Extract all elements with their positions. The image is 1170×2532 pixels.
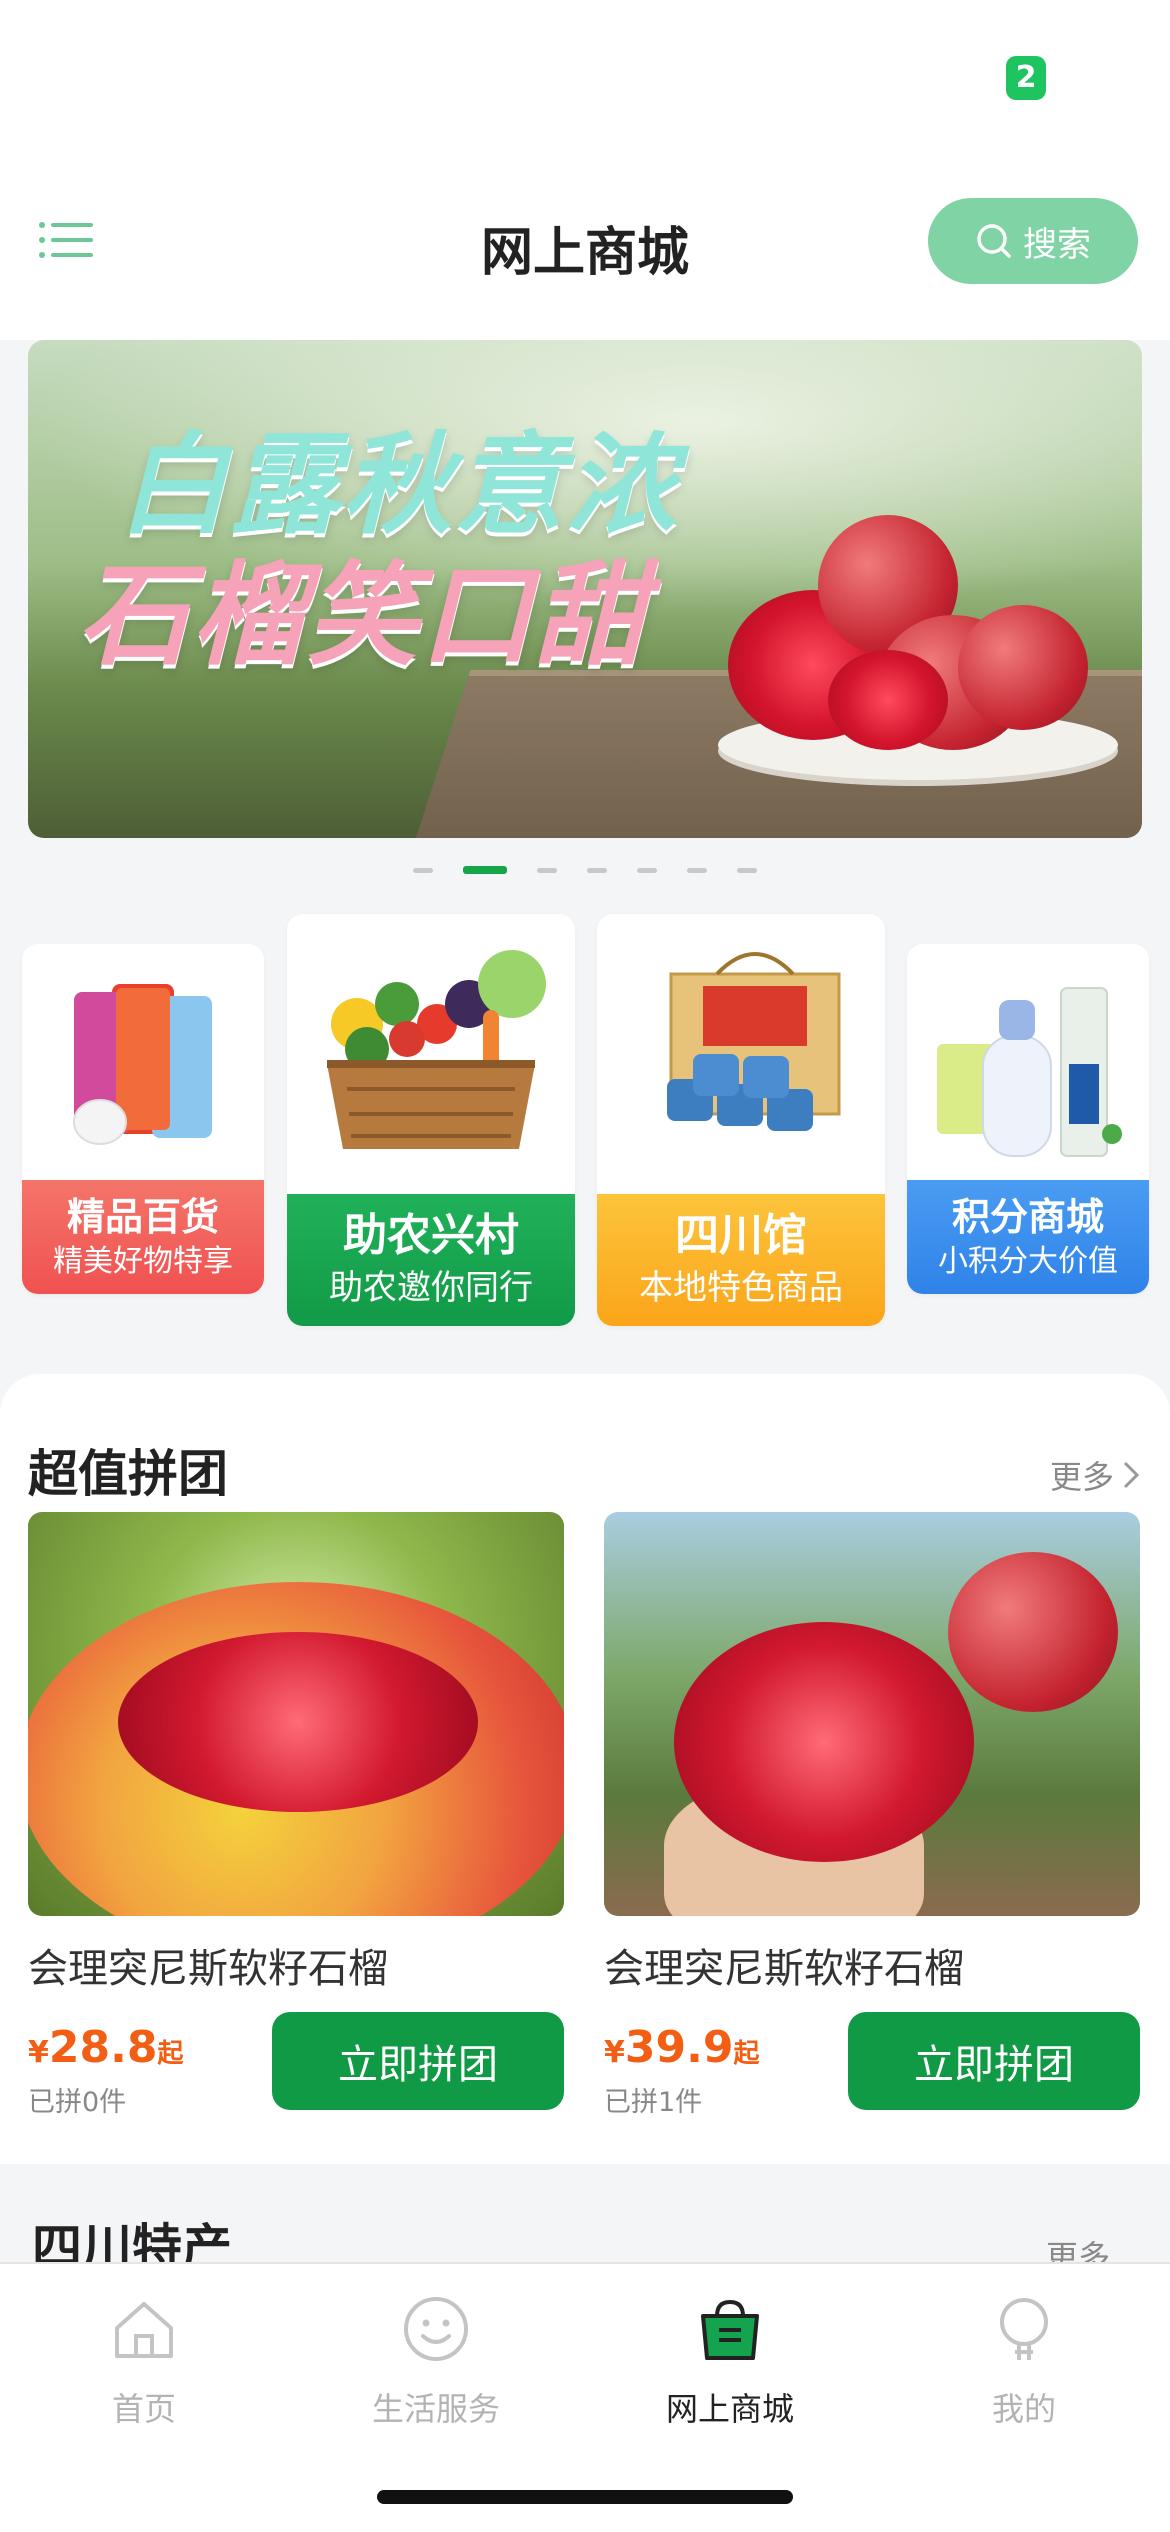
sold-count: 已拼1件 [604,2087,703,2118]
price-suffix: 起 [733,2039,760,2069]
price-suffix: 起 [157,2039,184,2069]
category-title: 四川馆 [675,1210,807,1261]
category-image [597,914,885,1194]
group-buy-button[interactable]: 立即拼团 [848,2012,1140,2110]
product-image [28,1512,564,1916]
promo-banner[interactable]: 白露秋意浓 石榴笑口甜 [28,340,1142,838]
product-price: ¥39.9起 [604,2022,759,2073]
pomegranate-seeds-shape [118,1632,478,1812]
chevron-right-icon [1123,1461,1140,1489]
section-title: 超值拼团 [28,1445,228,1503]
smartphones-image [73,984,212,1145]
category-label: 四川馆 本地特色商品 [597,1194,885,1326]
search-label: 搜索 [1023,224,1091,265]
category-title: 积分商城 [951,1195,1104,1239]
carousel-indicator [0,866,1170,874]
category-card-sichuan[interactable]: 四川馆 本地特色商品 [597,914,885,1326]
home-indicator[interactable] [377,2490,793,2504]
category-card-farm[interactable]: 助农兴村 助农邀你同行 [287,914,575,1326]
search-button[interactable]: 搜索 [928,198,1138,284]
price-value: 39.9 [624,2022,734,2073]
tab-label: 网上商城 [665,2390,794,2428]
vegetable-basket-image [327,950,546,1149]
category-image [907,944,1149,1180]
category-title: 助农兴村 [343,1210,519,1261]
header: 网上商城 搜索 [0,150,1170,340]
banner-pomegranate-image [958,605,1088,730]
carousel-dot-active[interactable] [463,866,507,874]
carousel-dot[interactable] [737,867,757,873]
user-icon [1000,2298,1048,2360]
tab-online-mall[interactable]: 网上商城 [630,2294,830,2430]
tab-label: 首页 [111,2390,176,2428]
carousel-dot[interactable] [637,867,657,873]
carousel-dot[interactable] [687,867,707,873]
group-buy-button[interactable]: 立即拼团 [272,2012,564,2110]
app-screen: 2 网上商城 搜索 白露秋意浓 石榴笑口甜 精品百货 精美好物特享 助农兴村 助… [0,0,1170,2532]
category-subtitle: 本地特色商品 [639,1268,843,1308]
pomegranate-shape [948,1552,1118,1712]
product-card[interactable]: 会理突尼斯软籽石榴 ¥28.8起 已拼0件 立即拼团 [28,1512,564,2132]
tab-life-services[interactable]: 生活服务 [336,2294,536,2430]
price-currency: ¥ [604,2035,625,2070]
tab-home[interactable]: 首页 [44,2294,244,2430]
banner-pomegranate-image [828,650,948,750]
product-image [604,1512,1140,1916]
search-icon [977,224,1011,258]
carousel-dot[interactable] [587,867,607,873]
more-label: 更多 [1049,1458,1114,1496]
category-title: 精品百货 [66,1195,219,1239]
category-image [22,944,264,1180]
sold-count: 已拼0件 [28,2087,127,2118]
banner-headline-2: 石榴笑口甜 [78,550,648,681]
tab-label: 生活服务 [371,2390,500,2428]
more-link[interactable]: 更多 [1050,1452,1142,1498]
price-currency: ¥ [28,2035,49,2070]
product-name: 会理突尼斯软籽石榴 [604,1946,964,1992]
product-price: ¥28.8起 [28,2022,183,2073]
category-subtitle: 精美好物特享 [53,1244,233,1279]
carousel-dot[interactable] [537,867,557,873]
category-label: 积分商城 小积分大价值 [907,1180,1149,1294]
category-card-goods[interactable]: 精品百货 精美好物特享 [22,944,264,1294]
category-label: 助农兴村 助农邀你同行 [287,1194,575,1326]
category-card-points[interactable]: 积分商城 小积分大价值 [907,944,1149,1294]
gift-box-image [667,952,841,1131]
category-subtitle: 助农邀你同行 [329,1268,533,1308]
group-buy-section: 超值拼团 更多 会理突尼斯软籽石榴 ¥28.8起 已拼0件 立即拼团 会理突尼斯… [0,1374,1170,2164]
carousel-dot[interactable] [413,867,433,873]
category-subtitle: 小积分大价值 [938,1244,1118,1279]
home-icon [115,2302,173,2358]
tab-label: 我的 [991,2390,1056,2428]
status-indicator: 2 [1006,56,1046,100]
category-label: 精品百货 精美好物特享 [22,1180,264,1294]
category-image [287,914,575,1194]
pomegranate-seeds-shape [674,1622,974,1862]
status-bar: 2 [0,0,1170,150]
tab-mine[interactable]: 我的 [924,2294,1124,2430]
daily-goods-image [937,987,1122,1157]
product-name: 会理突尼斯软籽石榴 [28,1946,388,1992]
smiley-icon [404,2297,468,2361]
price-value: 28.8 [48,2022,158,2073]
product-card[interactable]: 会理突尼斯软籽石榴 ¥39.9起 已拼1件 立即拼团 [604,1512,1140,2132]
shopping-bag-icon [701,2299,759,2360]
